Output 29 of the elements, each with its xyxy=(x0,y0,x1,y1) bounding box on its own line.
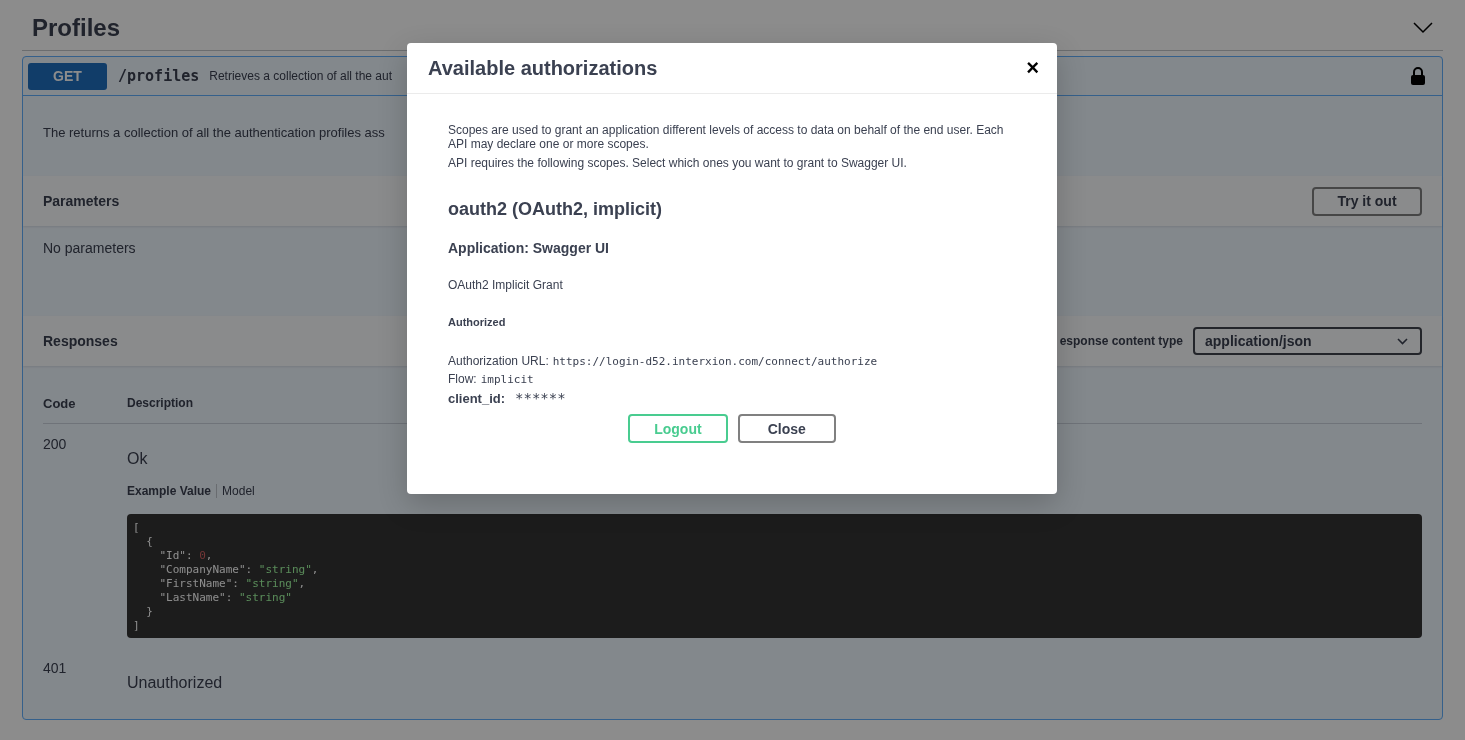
authorized-label: Authorized xyxy=(448,316,507,328)
operation-path: /profiles xyxy=(118,67,200,85)
dialog-title: Available authorizations xyxy=(428,56,658,80)
response-code: 401 xyxy=(43,660,68,678)
client-id-label: client_id: xyxy=(448,391,506,406)
scheme-title: oauth2 (OAuth2, implicit) xyxy=(448,199,663,220)
section-title: Profiles xyxy=(32,14,121,42)
scopes-description: Scopes are used to grant an application different levels of access to data on behalf of the end user. Each API may declare one or more scopes. xyxy=(448,123,1005,151)
operation-summary-text: Retrieves a collection of all the aut xyxy=(209,69,393,83)
method-badge: GET xyxy=(28,62,107,90)
client-id-value: ****** xyxy=(515,390,566,406)
field-label: Flow: xyxy=(448,372,477,386)
field-value: implicit xyxy=(480,373,534,386)
field-label: Authorization URL: xyxy=(448,354,549,368)
column-header: Code xyxy=(43,396,76,411)
parameters-title: Parameters xyxy=(43,193,120,209)
response-description: Unauthorized xyxy=(127,674,224,692)
application-name: Application: Swagger UI xyxy=(448,240,610,256)
content-type-label: esponse content type xyxy=(1059,334,1183,348)
no-parameters-text: No parameters xyxy=(43,240,136,256)
column-header: Description xyxy=(127,396,193,411)
grant-description: OAuth2 Implicit Grant xyxy=(448,278,564,292)
code-block: [ { "Id": 0, "CompanyName": "string", "FirstName": "string", "LastName": "string" } ] xyxy=(127,514,1422,638)
field-value: https://login-d52.interxion.com/connect/authorize xyxy=(552,355,878,368)
operation-description: The returns a collection of all the authentication profiles ass xyxy=(43,125,385,140)
response-code: 200 xyxy=(43,436,68,454)
responses-title: Responses xyxy=(43,333,118,349)
response-description: Ok xyxy=(127,450,149,468)
scopes-description: API requires the following scopes. Select which ones you want to grant to Swagger UI. xyxy=(448,156,908,170)
